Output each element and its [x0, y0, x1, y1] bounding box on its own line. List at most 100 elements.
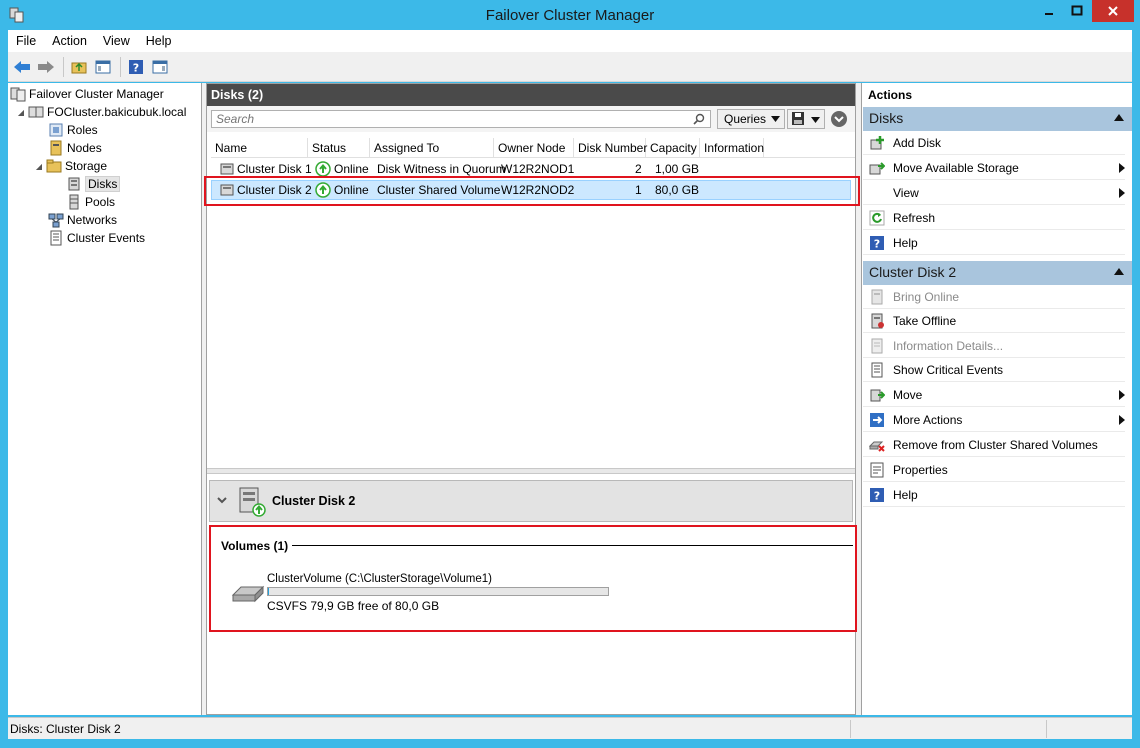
- col-header-information[interactable]: Information: [700, 138, 764, 158]
- col-header-owner[interactable]: Owner Node: [494, 138, 574, 158]
- close-icon: [1108, 6, 1118, 16]
- col-header-disknum[interactable]: Disk Number: [574, 138, 647, 158]
- storage-icon: [46, 158, 62, 174]
- search-icon[interactable]: [693, 113, 705, 128]
- events-icon: [48, 230, 64, 246]
- back-arrow-icon: [14, 60, 30, 73]
- expand-arrow-icon[interactable]: ◢: [16, 108, 26, 117]
- cluster-icon: [28, 104, 44, 120]
- detail-header: Cluster Disk 2: [209, 480, 853, 522]
- actions-section-cluster-disk-2[interactable]: Cluster Disk 2: [863, 261, 1132, 285]
- cluster-disk-icon: [234, 484, 268, 521]
- maximize-icon: [1071, 5, 1083, 16]
- tree-item-roles[interactable]: Roles: [48, 121, 98, 139]
- minimize-button[interactable]: [1036, 0, 1062, 22]
- chevron-down-icon: [771, 116, 780, 122]
- tree-item-cluster[interactable]: ◢ FOCluster.bakicubuk.local: [16, 103, 186, 121]
- cell-assigned: Disk Witness in Quorum: [377, 162, 506, 176]
- tree-item-cluster-events[interactable]: Cluster Events: [48, 229, 145, 247]
- move-icon: [869, 387, 885, 403]
- collapse-chevron-icon[interactable]: [216, 494, 228, 509]
- menu-help[interactable]: Help: [138, 34, 180, 48]
- submenu-arrow-icon: [1119, 415, 1125, 425]
- highlight-frame: [209, 525, 857, 632]
- action-remove-from-csv[interactable]: Remove from Cluster Shared Volumes: [863, 433, 1125, 457]
- help-button[interactable]: ?: [125, 56, 147, 78]
- action-pane-icon: [152, 60, 168, 73]
- action-show-critical-events[interactable]: Show Critical Events: [863, 358, 1125, 382]
- menu-bar: File Action View Help: [8, 30, 1132, 52]
- pools-icon: [66, 194, 82, 210]
- window-title: Failover Cluster Manager: [485, 7, 655, 24]
- save-icon: [792, 112, 804, 125]
- action-add-disk[interactable]: Add Disk: [863, 131, 1125, 155]
- collapse-up-icon: [1114, 268, 1124, 275]
- nodes-icon: [48, 140, 64, 156]
- action-help-disk[interactable]: ? Help: [863, 483, 1125, 507]
- tree-item-nodes[interactable]: Nodes: [48, 139, 102, 157]
- tree-root[interactable]: Failover Cluster Manager: [10, 85, 164, 103]
- console-tree: Failover Cluster Manager ◢ FOCluster.bak…: [8, 83, 202, 715]
- back-button[interactable]: [11, 56, 33, 78]
- maximize-button[interactable]: [1064, 0, 1090, 22]
- actions-section-disks[interactable]: Disks: [863, 107, 1132, 131]
- pane-title: Disks (2): [207, 84, 855, 106]
- action-more-actions[interactable]: More Actions: [863, 408, 1125, 432]
- tree-item-networks[interactable]: Networks: [48, 211, 117, 229]
- add-disk-icon: [869, 135, 885, 151]
- roles-icon: [48, 122, 64, 138]
- cell-disknum: 2: [635, 162, 642, 176]
- chevron-down-icon: [834, 116, 844, 123]
- status-divider: [850, 720, 851, 738]
- action-take-offline[interactable]: Take Offline: [863, 309, 1125, 333]
- tree-item-disks[interactable]: Disks: [66, 175, 121, 193]
- forward-button[interactable]: [35, 56, 57, 78]
- menu-file[interactable]: File: [8, 34, 44, 48]
- col-header-name[interactable]: Name: [211, 138, 308, 158]
- col-header-status[interactable]: Status: [308, 138, 370, 158]
- disks-icon: [66, 176, 82, 192]
- col-header-capacity[interactable]: Capacity: [646, 138, 700, 158]
- show-action-pane-button[interactable]: [149, 56, 171, 78]
- action-view[interactable]: View: [863, 181, 1125, 205]
- action-properties[interactable]: Properties: [863, 458, 1125, 482]
- up-folder-button[interactable]: [68, 56, 90, 78]
- queries-label: Queries: [724, 112, 767, 126]
- submenu-arrow-icon: [1119, 390, 1125, 400]
- col-header-assigned[interactable]: Assigned To: [370, 138, 494, 158]
- action-refresh[interactable]: Refresh: [863, 206, 1125, 230]
- table-header: Name Status Assigned To Owner Node Disk …: [211, 138, 855, 158]
- action-move-available-storage[interactable]: Move Available Storage: [863, 156, 1125, 180]
- detail-title: Cluster Disk 2: [272, 494, 356, 508]
- queries-dropdown[interactable]: Queries: [717, 109, 785, 129]
- highlight-frame: [204, 176, 860, 206]
- status-divider: [1046, 720, 1047, 738]
- toolbar: ?: [8, 52, 1132, 82]
- tree-item-pools[interactable]: Pools: [66, 193, 115, 211]
- tree-item-storage[interactable]: ◢ Storage: [34, 157, 107, 175]
- toolbar-separator: [63, 56, 64, 77]
- refresh-icon: [869, 210, 885, 226]
- expand-arrow-icon[interactable]: ◢: [34, 162, 44, 171]
- cell-name: Cluster Disk 1: [237, 162, 312, 176]
- collapse-up-icon: [1114, 114, 1124, 121]
- show-hide-tree-button[interactable]: [92, 56, 114, 78]
- cell-capacity: 1,00 GB: [655, 162, 700, 176]
- svg-text:?: ?: [874, 489, 880, 502]
- action-move[interactable]: Move: [863, 383, 1125, 407]
- cell-owner: W12R2NOD1: [501, 162, 575, 176]
- pane-splitter[interactable]: [207, 468, 855, 474]
- save-query-button[interactable]: [787, 109, 825, 129]
- menu-action[interactable]: Action: [44, 34, 95, 48]
- menu-view[interactable]: View: [95, 34, 138, 48]
- close-button[interactable]: [1092, 0, 1134, 22]
- search-input[interactable]: [211, 110, 711, 128]
- chevron-down-icon: [811, 117, 820, 123]
- action-help[interactable]: ? Help: [863, 231, 1125, 255]
- action-bring-online[interactable]: Bring Online: [863, 285, 1125, 309]
- collapse-pane-button[interactable]: [831, 111, 847, 127]
- folder-up-icon: [71, 62, 87, 73]
- actions-pane: Actions Disks Add Disk Move Available St…: [861, 83, 1132, 715]
- action-information-details[interactable]: Information Details...: [863, 334, 1125, 358]
- title-bar[interactable]: Failover Cluster Manager: [0, 0, 1140, 30]
